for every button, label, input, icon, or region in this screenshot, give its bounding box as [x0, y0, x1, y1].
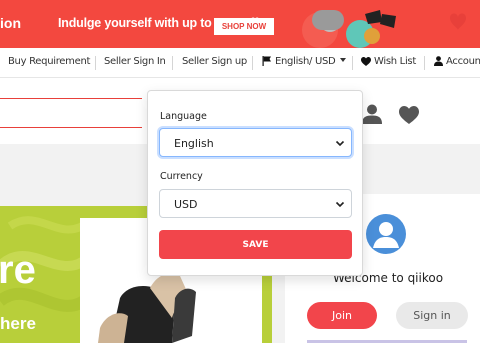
- wish-list-label: Wish List: [374, 56, 416, 67]
- top-navigation: Buy Requirement Seller Sign In Seller Si…: [0, 48, 480, 78]
- seller-sign-in-link[interactable]: Seller Sign In: [104, 56, 166, 67]
- promo-artwork-icon: [302, 10, 466, 48]
- language-select[interactable]: English: [159, 128, 352, 157]
- currency-select[interactable]: USD: [159, 189, 352, 218]
- wish-list-link[interactable]: Wish List: [361, 56, 416, 67]
- caret-down-icon: [340, 58, 347, 62]
- account-link[interactable]: Account: [434, 56, 480, 67]
- buy-requirement-link[interactable]: Buy Requirement: [8, 56, 90, 67]
- nav-divider: [252, 56, 253, 70]
- nav-divider: [172, 56, 173, 70]
- heart-icon[interactable]: [399, 106, 419, 124]
- chevron-down-icon: [335, 140, 345, 147]
- language-currency-dropdown: Language English Currency USD SAVE: [147, 90, 363, 276]
- heart-icon: [361, 57, 371, 66]
- hero-headline: re: [0, 248, 36, 292]
- avatar: [366, 214, 406, 254]
- sign-in-button[interactable]: Sign in: [396, 302, 468, 329]
- nav-divider: [95, 56, 96, 70]
- hero-subheadline: here: [0, 314, 36, 333]
- search-input[interactable]: [0, 98, 142, 128]
- currency-selected-value: USD: [174, 198, 198, 211]
- seller-sign-up-link[interactable]: Seller Sign up: [182, 56, 247, 67]
- shop-now-button[interactable]: SHOP NOW: [214, 18, 274, 35]
- account-label: Account: [446, 56, 480, 67]
- language-selected-value: English: [174, 137, 214, 150]
- promo-lead-text: ion: [0, 15, 21, 31]
- currency-label: Currency: [160, 171, 203, 182]
- user-avatar-icon: [373, 222, 399, 248]
- language-currency-label: English/ USD: [275, 56, 336, 67]
- chevron-down-icon: [335, 201, 345, 208]
- flag-icon: [262, 56, 271, 66]
- join-button[interactable]: Join: [307, 302, 377, 329]
- nav-divider: [424, 56, 425, 70]
- save-button[interactable]: SAVE: [159, 230, 352, 259]
- language-label: Language: [160, 111, 207, 122]
- nav-divider: [352, 56, 353, 70]
- user-icon: [434, 56, 443, 66]
- language-currency-toggle[interactable]: English/ USD: [262, 56, 347, 67]
- user-icon[interactable]: [362, 104, 382, 124]
- promo-banner[interactable]: ion Indulge yourself with up to 50% off …: [0, 0, 480, 48]
